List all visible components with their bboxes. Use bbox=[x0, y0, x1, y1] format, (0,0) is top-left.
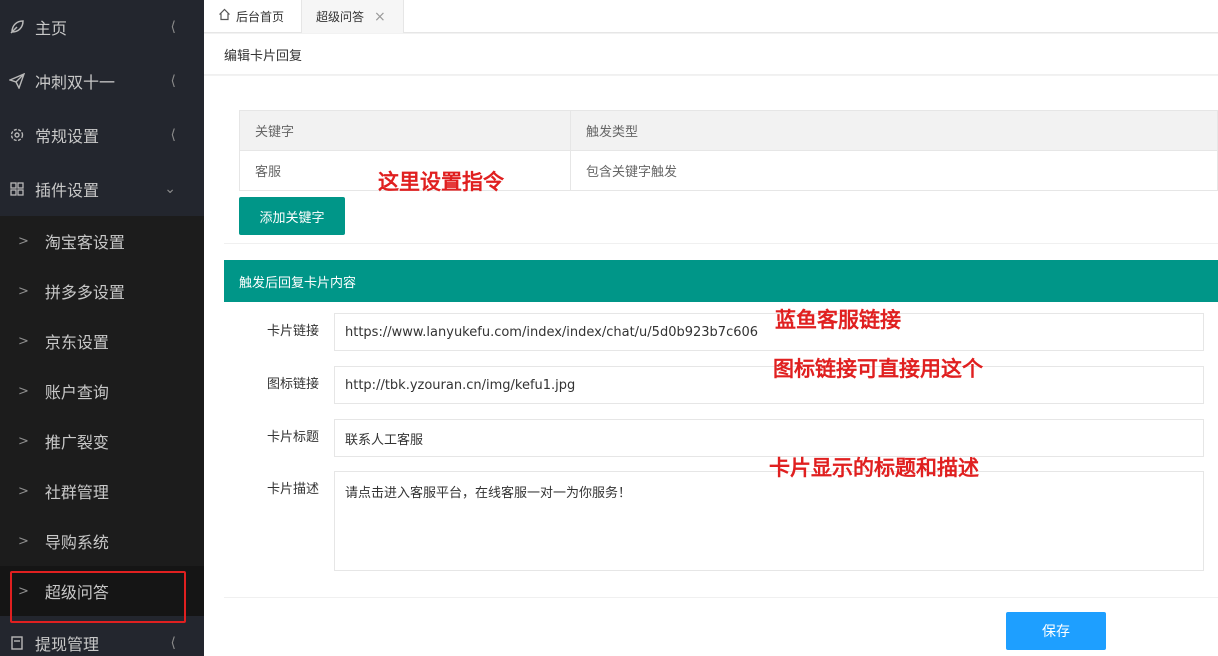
sidebar-item-withdraw[interactable]: 提现管理 ⟨ bbox=[0, 616, 204, 656]
sidebar-item-label: 常规设置 bbox=[35, 127, 100, 146]
sidebar-subitem-promotion[interactable]: > 推广裂变 bbox=[0, 416, 204, 466]
tab-super-qa[interactable]: 超级问答 × bbox=[302, 0, 404, 33]
icon-link-row: 图标链接 http://tbk.yzouran.cn/img/kefu1.jpg bbox=[224, 366, 1218, 404]
sidebar-item-general-settings[interactable]: 常规设置 ⟨ bbox=[0, 108, 204, 162]
column-header-keyword: 关键字 bbox=[239, 110, 571, 151]
tab-home[interactable]: 后台首页 bbox=[204, 0, 302, 33]
sidebar-subitem-account[interactable]: > 账户查询 bbox=[0, 366, 204, 416]
grid-icon bbox=[7, 179, 27, 199]
save-button[interactable]: 保存 bbox=[1006, 612, 1106, 650]
sidebar-subitem-label: 账户查询 bbox=[44, 383, 109, 402]
gear-icon bbox=[7, 125, 27, 145]
sidebar-subitem-pinduoduo[interactable]: > 拼多多设置 bbox=[0, 266, 204, 316]
chevron-right-icon: > bbox=[18, 433, 29, 449]
card-link-input[interactable]: https://www.lanyukefu.com/index/index/ch… bbox=[334, 313, 1204, 351]
sidebar-subitem-label: 推广裂变 bbox=[44, 433, 109, 452]
sidebar-subitem-label: 超级问答 bbox=[44, 583, 109, 602]
chevron-right-icon: > bbox=[18, 333, 29, 349]
table-header-row: 关键字 触发类型 bbox=[239, 110, 1218, 151]
chevron-right-icon: > bbox=[18, 383, 29, 399]
keyword-panel: 关键字 触发类型 客服 包含关键字触发 添加关键字 bbox=[224, 94, 1218, 244]
section-title: 触发后回复卡片内容 bbox=[224, 260, 1218, 302]
sidebar-subitem-taobao[interactable]: > 淘宝客设置 bbox=[0, 216, 204, 266]
tab-label: 超级问答 bbox=[316, 10, 365, 24]
sidebar-subitem-label: 导购系统 bbox=[44, 533, 109, 552]
chevron-right-icon: > bbox=[18, 533, 29, 549]
tab-label: 后台首页 bbox=[236, 10, 285, 24]
sidebar-subitem-label: 社群管理 bbox=[44, 483, 109, 502]
chevron-right-icon: > bbox=[18, 233, 29, 249]
sidebar-item-label: 主页 bbox=[35, 19, 68, 38]
table-cell-trigger-type: 包含关键字触发 bbox=[570, 150, 1218, 191]
annotation-title-desc: 卡片显示的标题和描述 bbox=[769, 456, 979, 480]
annotation-icon-link: 图标链接可直接用这个 bbox=[773, 357, 983, 381]
sidebar-item-plugin-settings[interactable]: 插件设置 ⌄ bbox=[0, 162, 204, 216]
card-link-row: 卡片链接 https://www.lanyukefu.com/index/ind… bbox=[224, 313, 1218, 351]
chevron-left-icon: ⟨ bbox=[170, 127, 176, 143]
chevron-left-icon: ⟨ bbox=[170, 635, 176, 651]
sidebar-subitem-super-qa[interactable]: > 超级问答 bbox=[0, 566, 204, 616]
sidebar-subitem-label: 淘宝客设置 bbox=[44, 233, 125, 252]
icon-link-label: 图标链接 bbox=[266, 377, 319, 392]
sidebar-item-label: 提现管理 bbox=[35, 635, 100, 654]
annotation-lanyu-link: 蓝鱼客服链接 bbox=[775, 308, 901, 332]
card-content-panel: 触发后回复卡片内容 卡片链接 https://www.lanyukefu.com… bbox=[224, 260, 1218, 598]
sidebar-item-home[interactable]: 主页 ⟨ bbox=[0, 0, 204, 54]
chevron-right-icon: > bbox=[18, 583, 29, 599]
card-desc-row: 卡片描述 请点击进入客服平台，在线客服一对一为你服务！ bbox=[224, 471, 1218, 571]
sidebar-item-double11[interactable]: 冲刺双十一 ⟨ bbox=[0, 54, 204, 108]
main-content: 后台首页 超级问答 × 编辑卡片回复 关键字 触发类型 客服 包含关键字触发 添… bbox=[204, 0, 1218, 656]
card-link-label: 卡片链接 bbox=[266, 324, 319, 339]
sidebar-subitem-community[interactable]: > 社群管理 bbox=[0, 466, 204, 516]
chevron-right-icon: > bbox=[18, 283, 29, 299]
home-icon bbox=[218, 8, 231, 25]
chevron-right-icon: > bbox=[18, 483, 29, 499]
page-title: 编辑卡片回复 bbox=[204, 34, 1218, 75]
sidebar-item-label: 插件设置 bbox=[35, 181, 100, 200]
card-title-label: 卡片标题 bbox=[266, 430, 319, 445]
leaf-icon bbox=[7, 17, 27, 37]
add-keyword-button[interactable]: 添加关键字 bbox=[239, 197, 345, 235]
sidebar-subitem-label: 京东设置 bbox=[44, 333, 109, 352]
card-desc-textarea[interactable]: 请点击进入客服平台，在线客服一对一为你服务！ bbox=[334, 471, 1204, 571]
chevron-left-icon: ⟨ bbox=[170, 19, 176, 35]
sidebar-subitem-label: 拼多多设置 bbox=[44, 283, 125, 302]
column-header-trigger-type: 触发类型 bbox=[570, 110, 1218, 151]
wallet-icon bbox=[7, 633, 27, 653]
sidebar: 主页 ⟨ 冲刺双十一 ⟨ 常规设置 ⟨ 插件设置 ⌄ > 淘宝客设置 > 拼多多… bbox=[0, 0, 204, 656]
sidebar-subitem-jd[interactable]: > 京东设置 bbox=[0, 316, 204, 366]
paper-plane-icon bbox=[7, 71, 27, 91]
chevron-left-icon: ⟨ bbox=[170, 73, 176, 89]
sidebar-item-label: 冲刺双十一 bbox=[35, 73, 116, 92]
close-icon[interactable]: × bbox=[374, 9, 386, 25]
card-desc-label: 卡片描述 bbox=[266, 482, 319, 497]
card-title-row: 卡片标题 联系人工客服 bbox=[224, 419, 1218, 457]
annotation-command: 这里设置指令 bbox=[378, 170, 504, 194]
icon-link-input[interactable]: http://tbk.yzouran.cn/img/kefu1.jpg bbox=[334, 366, 1204, 404]
tab-bar: 后台首页 超级问答 × bbox=[204, 0, 1218, 33]
sidebar-subitem-shopping-guide[interactable]: > 导购系统 bbox=[0, 516, 204, 566]
chevron-down-icon: ⌄ bbox=[164, 181, 176, 197]
